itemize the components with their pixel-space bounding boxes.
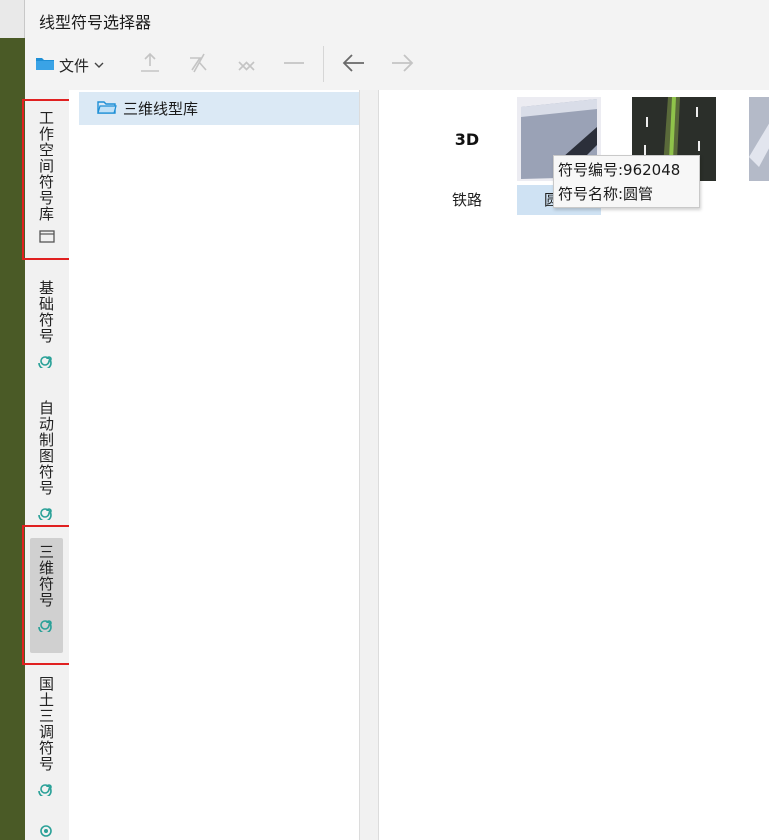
title-bar: 线型符号选择器	[25, 0, 769, 38]
tab-land-survey-symbols[interactable]: 国土三调符号	[30, 670, 63, 805]
move-up-button[interactable]	[135, 50, 165, 80]
clear-button[interactable]	[231, 50, 261, 80]
dash-icon	[281, 50, 307, 80]
tab-workspace-label: 工作空间符号库	[37, 110, 55, 222]
tab-auto-mapping-label: 自动制图符号	[37, 400, 55, 496]
background-window-strip	[0, 0, 25, 840]
chevron-down-icon	[93, 56, 105, 74]
spiral-icon	[37, 614, 56, 636]
panel-splitter[interactable]	[361, 90, 378, 840]
up-arrow-icon	[137, 50, 163, 80]
tab-basic-label: 基础符号	[37, 280, 55, 344]
forward-button[interactable]	[387, 50, 417, 80]
symbol-thumb-text: 3D	[454, 129, 480, 149]
library-tree-panel: 三维线型库	[69, 90, 360, 840]
symbol-thumbnail	[749, 97, 769, 181]
toolbar-separator	[323, 46, 324, 82]
symbol-tooltip: 符号编号:962048 符号名称:圆管	[553, 155, 700, 208]
background-window-edge	[0, 0, 25, 38]
folder-open-icon	[97, 99, 117, 119]
side-tab-bar: 工作空间符号库 基础符号 自动制图符号 三维符号 国土三调符号	[25, 90, 68, 840]
symbol-label: 铁路	[451, 191, 482, 209]
line-button[interactable]	[279, 50, 309, 80]
window-title: 线型符号选择器	[39, 13, 152, 32]
clear-icon	[233, 50, 259, 80]
symbol-item-partial[interactable]	[749, 97, 769, 215]
folder-icon	[35, 55, 55, 75]
tooltip-symbol-name: 符号名称:圆管	[558, 185, 654, 203]
tree-item-label: 三维线型库	[123, 100, 199, 118]
tab-auto-mapping-symbols[interactable]: 自动制图符号	[30, 394, 63, 529]
spiral-icon	[37, 502, 56, 524]
spiral-icon	[37, 350, 56, 372]
symbol-item-railway[interactable]: 3D 铁路	[425, 97, 509, 215]
tooltip-symbol-id: 符号编号:962048	[558, 161, 681, 179]
tab-3d-label: 三维符号	[37, 544, 55, 608]
tab-workspace-symbols[interactable]: 工作空间符号库	[30, 104, 63, 254]
folder-icon	[38, 228, 55, 247]
file-menu-label: 文件	[59, 56, 90, 75]
tab-basic-symbols[interactable]: 基础符号	[30, 274, 63, 374]
tree-item-3d-line-library[interactable]: 三维线型库	[79, 92, 359, 125]
symbol-thumbnail: 3D	[425, 97, 509, 181]
toolbar: 文件	[25, 38, 769, 90]
back-arrow-icon	[340, 50, 368, 80]
back-button[interactable]	[339, 50, 369, 80]
tab-land-survey-label: 国土三调符号	[37, 676, 55, 772]
forward-arrow-icon	[388, 50, 416, 80]
sort-icon	[185, 50, 211, 80]
tab-3d-symbols[interactable]: 三维符号	[30, 538, 63, 653]
file-menu-button[interactable]: 文件	[35, 52, 105, 78]
spiral-icon	[37, 778, 56, 800]
sort-button[interactable]	[183, 50, 213, 80]
gear-icon[interactable]	[37, 822, 55, 840]
